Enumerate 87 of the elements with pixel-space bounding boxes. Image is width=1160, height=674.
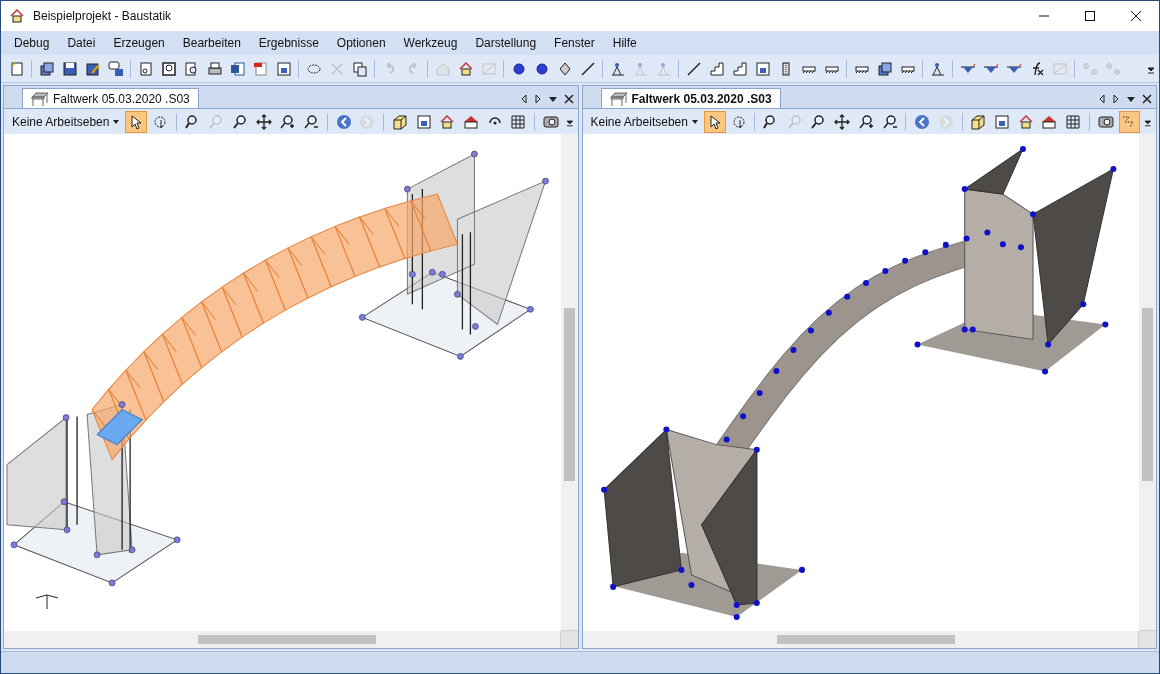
left-triangle-icon[interactable] [1098,94,1106,104]
figure-icon [632,60,649,77]
zoom-out-icon [881,113,898,130]
caret-icon [691,119,698,124]
zoom-in-icon [857,113,874,130]
menu-item[interactable]: Datei [58,32,105,54]
box-icon [970,113,987,130]
speech-bubble-icon [107,60,124,77]
diagonal-line-icon [579,60,596,77]
menu-item[interactable]: Optionen [327,32,395,54]
pdf-document-icon [252,60,269,77]
rotate-view-icon [730,113,747,130]
zoom-icon [232,113,249,130]
left-triangle-icon[interactable] [519,94,528,104]
stack-icon [876,60,893,77]
axis-cross-icon [34,593,60,609]
document-tab[interactable]: Faltwerk 05.03.2020 .S03 [600,88,781,108]
maximize-icon [1085,11,1095,21]
page-icon [137,60,154,77]
table-icon [609,91,628,106]
copy-icon [351,60,368,77]
right-triangle-icon[interactable] [533,94,542,104]
house-icon [457,60,474,77]
word-document-icon [229,60,246,77]
horizontal-scrollbar[interactable] [582,631,1139,648]
menu-item[interactable]: Ergebnisse [249,32,328,54]
workplane-dropdown[interactable]: Keine Arbeitseben [8,110,124,133]
right-triangle-icon[interactable] [1112,94,1120,104]
figure-icon [609,60,626,77]
vertical-scrollbar[interactable] [1139,134,1156,631]
menu-item[interactable]: Debug [5,32,59,54]
rotate-view-icon [152,113,169,130]
document-tab[interactable]: Faltwerk 05.03.2020 .S03 [22,88,199,108]
stair-icon [731,60,748,77]
view-tool-button[interactable] [125,110,148,133]
close-icon[interactable] [1142,94,1152,104]
menu-item[interactable]: Darstellung [466,32,546,54]
zoom-icon [208,113,225,130]
figure-icon [929,60,946,77]
zoom-in-icon [279,113,296,130]
printer-icon [206,60,223,77]
zoom-out-icon [303,113,320,130]
sphere-icon [510,60,527,77]
house-icon [9,8,25,24]
grid-icon [510,113,527,130]
wide-house-icon [1041,113,1058,130]
menu-item[interactable]: Erzeugen [104,32,174,54]
house-icon [439,113,456,130]
camera-icon [543,113,560,130]
magnifier-icon [183,60,200,77]
window-title: Beispielprojekt - Baustatik [33,8,172,25]
zoom-icon [810,113,827,130]
camera-icon [1097,113,1114,130]
disk-pencil-icon [84,60,101,77]
scrollbar-corner [1139,631,1156,648]
view-tool-button[interactable] [703,110,726,133]
close-icon[interactable] [563,94,574,104]
stair-icon [708,60,725,77]
dropdown-arrow-icon[interactable] [547,94,558,104]
window-icon [1051,60,1068,77]
wide-house-icon [463,113,480,130]
workplane-dropdown[interactable]: Keine Arbeitseben [586,110,702,133]
horizontal-scrollbar[interactable] [4,631,561,648]
document-icon [8,60,25,77]
dropdown-arrow-icon[interactable] [1126,94,1136,104]
window-icon [480,60,497,77]
menu-item[interactable]: Fenster [545,32,604,54]
diagonal-line-icon [685,60,702,77]
sphere-icon [533,60,550,77]
nodes-icon [1104,60,1121,77]
grid-icon [1065,113,1082,130]
table-icon [31,91,49,106]
menu-item[interactable]: Bearbeiten [173,32,250,54]
close-icon [1131,11,1141,21]
move-arrows-icon [834,113,851,130]
menu-item[interactable]: Werkzeug [394,32,467,54]
figure-icon [655,60,672,77]
box-icon [392,113,409,130]
cross-icon [328,60,345,77]
preview-icon [160,60,177,77]
menu-item[interactable]: Hilfe [603,32,646,54]
house-icon [1017,113,1034,130]
caret-icon [113,119,120,124]
stack-icon [38,60,55,77]
nodes-icon [1081,60,1098,77]
move-arrows-icon [255,113,272,130]
zoom-icon [786,113,803,130]
